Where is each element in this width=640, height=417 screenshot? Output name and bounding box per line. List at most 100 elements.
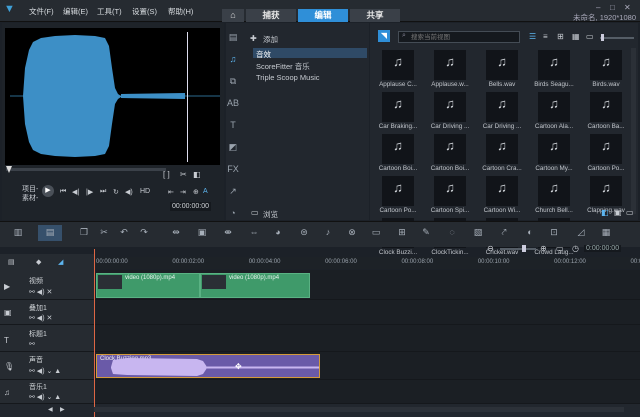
sound-thumbnail[interactable]: ♫ Cartoon Wi...	[476, 174, 528, 216]
sound-thumbnail[interactable]: ♫ Cartoon Po...	[580, 132, 632, 174]
video-track-link-icon[interactable]: ⚯ ◀) ✕	[29, 288, 52, 296]
clip-mode-label[interactable]: 素材-	[22, 193, 38, 203]
gallery-scrollbar[interactable]	[631, 48, 636, 214]
track-name-overlay[interactable]: 叠加1	[29, 303, 47, 313]
speed-icon[interactable]: ⤤	[498, 227, 510, 239]
fit-project-icon[interactable]: ▭	[556, 244, 564, 253]
volume-icon[interactable]: ◀)	[125, 188, 133, 196]
audio-library-icon[interactable]: ♫	[226, 52, 240, 66]
browse-button[interactable]: 浏览	[263, 209, 278, 220]
zoom-out-icon[interactable]: ⊖	[487, 244, 494, 253]
instant-project-icon[interactable]: ⧉	[226, 74, 240, 88]
thumbnail-size-handle[interactable]	[601, 34, 604, 41]
mark-in-icon[interactable]: ⇤	[168, 188, 174, 196]
record-icon[interactable]: ▣	[196, 227, 208, 239]
motion-icon[interactable]: ◌	[446, 227, 458, 239]
track-title[interactable]	[94, 325, 640, 352]
storyboard-view-icon[interactable]: ▥	[12, 227, 24, 239]
detail-view-icon[interactable]: ≡	[543, 32, 548, 41]
play-button[interactable]: ▶	[42, 185, 54, 197]
menu-tools[interactable]: 工具(T)	[97, 6, 122, 17]
undo-icon[interactable]: ↶	[118, 227, 130, 239]
color-icon[interactable]: ◕	[272, 227, 284, 239]
ripple-edit-icon[interactable]: ◢	[58, 258, 63, 266]
repeat-icon[interactable]: ↻	[113, 188, 119, 196]
scroll-left-icon[interactable]: ◀	[48, 406, 53, 413]
sound-thumbnail[interactable]: ♫ Church Bell...	[528, 174, 580, 216]
sound-thumbnail[interactable]: ♫ Car Braking...	[372, 90, 424, 132]
library-options-icon[interactable]: ◧	[601, 208, 609, 217]
menu-settings[interactable]: 设置(S)	[132, 6, 157, 17]
gallery-size-icon[interactable]: ▭	[586, 32, 594, 41]
sound-thumbnail[interactable]: ♫ Cartoon Ba...	[580, 90, 632, 132]
sound-thumbnail[interactable]: ♫ Cartoon Boi...	[372, 132, 424, 174]
thumbnail-view-icon[interactable]: ▦	[572, 32, 580, 41]
graph-icon[interactable]: ◿	[575, 227, 587, 239]
effect-icon[interactable]: ◔	[226, 206, 240, 220]
trim-icon[interactable]: ⇼	[222, 227, 234, 239]
media-icon[interactable]: ▤	[226, 30, 240, 44]
tab-capture[interactable]: 捕获	[246, 9, 296, 22]
sound-thumbnail[interactable]: ♫ Cartoon Cra...	[476, 132, 528, 174]
next-frame-icon[interactable]: |▶	[86, 188, 93, 196]
add-button[interactable]: 添加	[263, 34, 278, 45]
hd-icon[interactable]: HD	[140, 188, 150, 195]
crop-icon[interactable]: [ ]	[163, 170, 170, 179]
sound-thumbnail[interactable]: ♫ Birds Seagu...	[528, 48, 580, 90]
end-icon[interactable]: ⏭	[100, 188, 106, 196]
search-input[interactable]	[398, 31, 520, 43]
motion-path-icon[interactable]: ↗	[226, 184, 240, 198]
library-item-triple-scoop[interactable]: Triple Scoop Music	[256, 73, 320, 82]
transition-icon[interactable]: AB	[226, 96, 240, 110]
browse-icon[interactable]: ▭	[251, 208, 259, 217]
track-name-title[interactable]: 标题1	[29, 329, 47, 339]
tab-share[interactable]: 共享	[350, 9, 400, 22]
sound-thumbnail[interactable]: ♫ Cartoon Spi...	[424, 174, 476, 216]
chapter-icon[interactable]: ◆	[36, 258, 41, 266]
preview-scrubber[interactable]	[6, 168, 166, 171]
pan-zoom-icon[interactable]: ⊡	[548, 227, 560, 239]
overlay-track-controls-icon[interactable]: ⚯ ◀) ✕	[29, 314, 52, 322]
music-track-controls-icon[interactable]: ⚯ ◀) ⌄ ▲	[29, 393, 61, 401]
prev-frame-icon[interactable]: ◀|	[72, 188, 79, 196]
sound-thumbnail[interactable]: ♫ Cartoon My...	[528, 132, 580, 174]
timeline-scrollbar[interactable]	[94, 407, 624, 412]
graphics-icon[interactable]: ◩	[226, 140, 240, 154]
split-icon[interactable]: ✂	[180, 170, 187, 179]
gallery-menu-icon[interactable]: ◥	[378, 30, 390, 42]
link-icon[interactable]: ⊗	[346, 227, 358, 239]
timeline-playhead[interactable]	[94, 249, 95, 417]
mark-out-icon[interactable]: ⇥	[180, 188, 186, 196]
copy-icon[interactable]: ❐	[78, 227, 90, 239]
blend-icon[interactable]: ▧	[472, 227, 484, 239]
sound-thumbnail[interactable]: ♫ Cartoon Boi...	[424, 132, 476, 174]
video-clip[interactable]: video (1080p).mp4	[200, 273, 310, 298]
caption-icon[interactable]: ▭	[370, 227, 382, 239]
panel-expand-icon[interactable]: ▭	[626, 208, 634, 217]
time-ruler[interactable]: 00:00:00:00 00:00:02:00 00:00:04:00 00:00:0…	[94, 257, 640, 269]
aspect-ratio-icon[interactable]: A	[203, 188, 208, 195]
redo-icon[interactable]: ↷	[138, 227, 150, 239]
preview-timecode[interactable]: 00:00:00:00	[170, 202, 211, 211]
sound-thumbnail[interactable]: ♫ Car Driving ...	[424, 90, 476, 132]
sound-thumbnail[interactable]: ♫ Car Driving ...	[476, 90, 528, 132]
track-overlay[interactable]	[94, 300, 640, 325]
zoom-slider-handle[interactable]	[522, 245, 526, 252]
close-icon[interactable]: ✕	[624, 3, 634, 12]
move-icon[interactable]: ⇔	[248, 227, 260, 239]
audio-clip[interactable]: Clock Buzzing.mp3 ✥	[96, 354, 320, 378]
filter-icon[interactable]: FX	[226, 162, 240, 176]
sound-thumbnail[interactable]: ♫ Bells.wav	[476, 48, 528, 90]
menu-file[interactable]: 文件(F)	[29, 6, 54, 17]
sound-thumbnail[interactable]: ♫ Cartoon Ala...	[528, 90, 580, 132]
sound-thumbnail[interactable]: ♫ Applause.w...	[424, 48, 476, 90]
list-view-icon[interactable]: ☰	[529, 32, 536, 41]
sound-thumbnail[interactable]: ♫ Applause C...	[372, 48, 424, 90]
fit-icon[interactable]: ⇹	[170, 227, 182, 239]
tools-icon[interactable]: ✂	[98, 227, 110, 239]
zoom-in-icon[interactable]: ⊕	[540, 244, 547, 253]
multicam-icon[interactable]: ⊞	[396, 227, 408, 239]
mix-icon[interactable]: ⊜	[298, 227, 310, 239]
track-name-video[interactable]: 视频	[29, 276, 43, 286]
audio-edit-icon[interactable]: ♪	[322, 227, 334, 239]
